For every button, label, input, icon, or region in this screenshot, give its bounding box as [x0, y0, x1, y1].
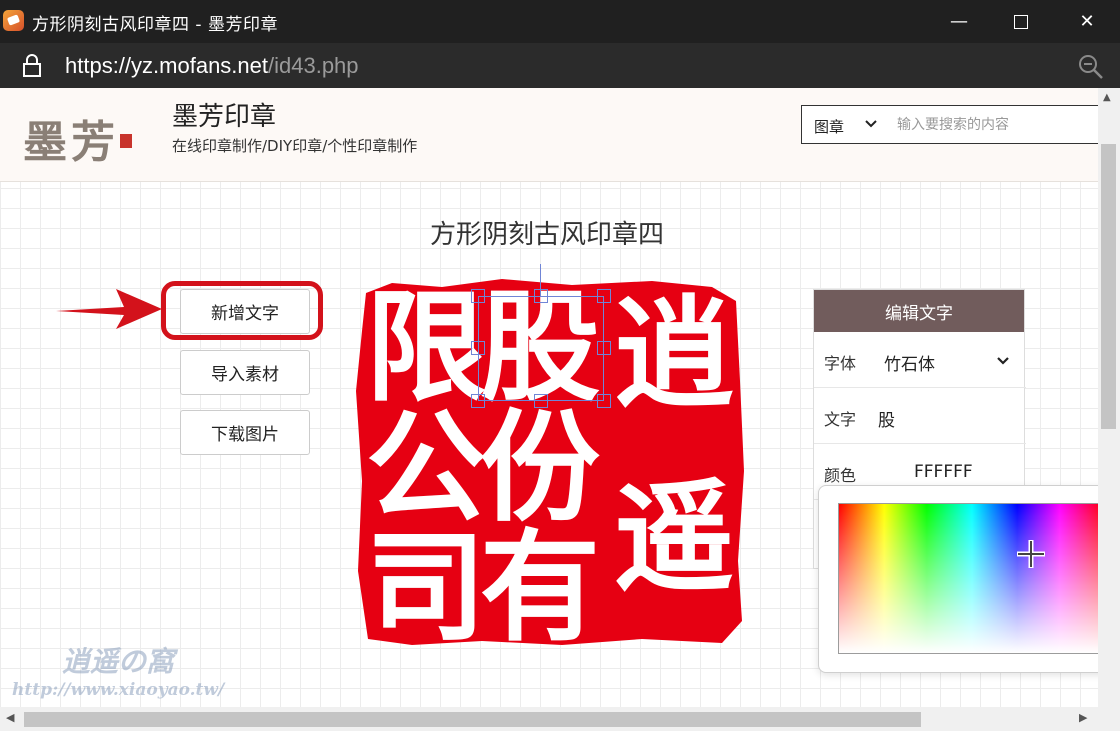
seal-char-yao[interactable]: 遥 — [614, 478, 734, 598]
vertical-scroll-thumb[interactable] — [1101, 144, 1116, 429]
search-box: 图章 — [801, 105, 1098, 144]
color-picker-popup — [818, 485, 1098, 673]
font-label: 字体 — [824, 354, 857, 373]
minimize-button[interactable]: — — [926, 0, 992, 43]
resize-handle-tr[interactable] — [597, 289, 611, 303]
watermark-url: http://www.xiaoyao.tw/ — [12, 680, 225, 700]
seal-char-fen[interactable]: 份 — [480, 408, 600, 528]
font-row[interactable]: 字体 竹石体 — [814, 332, 1026, 388]
color-input[interactable]: FFFFFF — [914, 462, 973, 482]
scroll-left-icon[interactable]: ◀ — [6, 711, 14, 724]
zoom-icon[interactable] — [1078, 54, 1104, 80]
text-row: 文字 股 — [814, 388, 1026, 444]
text-label: 文字 — [824, 410, 857, 429]
seal-char-you[interactable]: 有 — [480, 528, 600, 648]
page-title: 方形阴刻古风印章四 — [0, 214, 1098, 251]
selection-box[interactable] — [478, 296, 604, 401]
seal-char-si[interactable]: 司 — [366, 528, 486, 648]
import-material-button[interactable]: 导入素材 — [180, 350, 310, 395]
resize-handle-bl[interactable] — [471, 394, 485, 408]
font-select[interactable]: 竹石体 — [884, 350, 935, 375]
vertical-scrollbar[interactable]: ▲ — [1098, 88, 1120, 707]
window-title-bar: 方形阴刻古风印章四 - 墨芳印章 — ✕ — [0, 0, 1120, 43]
close-button[interactable]: ✕ — [1054, 0, 1120, 43]
page-title-text: 方形阴刻古风印章四 — [429, 220, 664, 250]
resize-handle-ml[interactable] — [471, 341, 485, 355]
search-input[interactable] — [897, 113, 1097, 137]
edit-panel-title: 编辑文字 — [814, 290, 1024, 332]
chevron-down-icon[interactable] — [864, 117, 878, 131]
url-host: yz.mofans.net — [131, 53, 268, 78]
logo-seal-mark — [120, 134, 132, 148]
window-title: 方形阴刻古风印章四 - 墨芳印章 — [32, 15, 278, 35]
color-label: 颜色 — [824, 466, 857, 485]
horizontal-scroll-thumb[interactable] — [24, 712, 921, 727]
url-scheme: https:// — [65, 53, 132, 78]
lock-icon — [23, 54, 41, 77]
maximize-icon — [1014, 14, 1028, 29]
seal-char-xiao[interactable]: 逍 — [614, 294, 734, 414]
seal-char-xian[interactable]: 限 — [366, 288, 486, 408]
search-category-select[interactable]: 图章 — [814, 116, 844, 137]
seal-char-gong[interactable]: 公 — [366, 408, 486, 528]
scroll-right-icon[interactable]: ▶ — [1079, 711, 1087, 724]
address-bar: https://yz.mofans.net/id43.php — [0, 43, 1120, 88]
horizontal-scrollbar[interactable]: ◀ ▶ — [0, 707, 1120, 731]
color-spectrum[interactable] — [838, 503, 1098, 654]
text-input[interactable]: 股 — [878, 406, 895, 431]
site-name[interactable]: 墨芳印章 — [172, 96, 276, 133]
add-text-button[interactable]: 新增文字 — [180, 289, 310, 334]
red-arrow-annotation — [56, 289, 162, 329]
site-tagline: 在线印章制作/DIY印章/个性印章制作 — [172, 137, 418, 155]
url-text[interactable]: https://yz.mofans.net/id43.php — [65, 53, 359, 79]
resize-handle-bm[interactable] — [534, 394, 548, 408]
url-path: /id43.php — [268, 53, 359, 78]
watermark-name: 逍遥の窩 — [62, 645, 175, 678]
scroll-up-icon[interactable]: ▲ — [1103, 92, 1111, 103]
chevron-down-icon[interactable] — [996, 354, 1010, 368]
download-image-button[interactable]: 下载图片 — [180, 410, 310, 455]
site-logo[interactable]: 墨芳 — [23, 106, 119, 170]
app-icon — [3, 10, 24, 31]
site-header: 墨芳 墨芳印章 在线印章制作/DIY印章/个性印章制作 图章 — [0, 88, 1098, 182]
maximize-button[interactable] — [988, 0, 1054, 43]
resize-handle-br[interactable] — [597, 394, 611, 408]
resize-handle-mr[interactable] — [597, 341, 611, 355]
crosshair-icon[interactable] — [1015, 538, 1047, 570]
resize-handle-tl[interactable] — [471, 289, 485, 303]
resize-handle-tm[interactable] — [534, 289, 548, 303]
web-page: 墨芳 墨芳印章 在线印章制作/DIY印章/个性印章制作 图章 方形阴刻古风印章四… — [0, 88, 1098, 707]
